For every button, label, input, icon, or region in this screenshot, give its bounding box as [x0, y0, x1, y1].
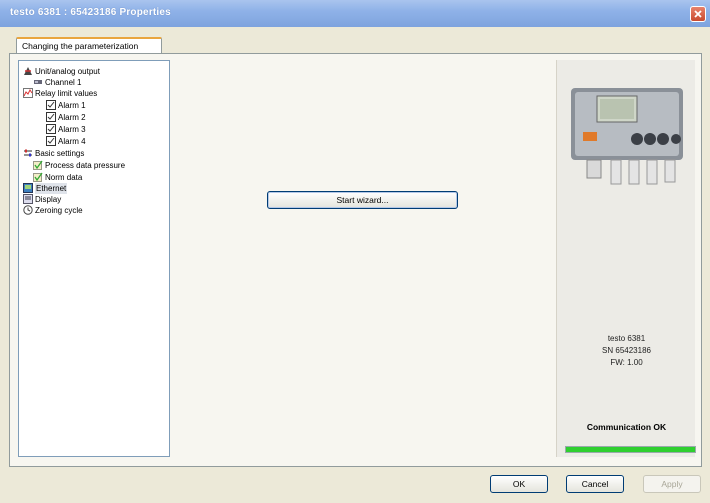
tree-item-label: Alarm 2 [58, 113, 86, 122]
window-title: testo 6381 : 65423186 Properties [10, 7, 171, 18]
alarm-icon [46, 136, 56, 146]
tab-changing-parameterization[interactable]: Changing the parameterization [16, 37, 162, 54]
chart-icon [23, 88, 33, 98]
apply-button[interactable]: Apply [643, 475, 701, 493]
progress-fill [566, 447, 695, 452]
settings-tree: Unit/analog output Channel 1 Relay limit… [18, 60, 170, 457]
tree-item-label: Norm data [45, 173, 83, 182]
start-wizard-button[interactable]: Start wizard... [267, 191, 458, 209]
alarm-icon [46, 112, 56, 122]
tree-item-label: Relay limit values [35, 89, 98, 98]
tree-item-label: Channel 1 [45, 78, 82, 87]
close-icon [694, 10, 702, 18]
alarm-icon [46, 100, 56, 110]
tab-label: Changing the parameterization [22, 41, 139, 51]
tree-item-label: Ethernet [35, 183, 68, 194]
device-model: testo 6381 [607, 334, 646, 343]
communication-progress-bar [565, 446, 696, 453]
display-icon [23, 194, 33, 204]
device-serial: SN 65423186 [602, 346, 651, 355]
tree-item-label: Basic settings [35, 149, 85, 158]
close-button[interactable] [690, 6, 706, 22]
tree-item-label: Alarm 1 [58, 101, 86, 110]
device-firmware: FW: 1.00 [610, 358, 643, 367]
tree-item-label: Alarm 3 [58, 125, 86, 134]
device-image [571, 88, 683, 185]
tree-item-label: Alarm 4 [58, 137, 86, 146]
title-bar[interactable]: testo 6381 : 65423186 Properties [0, 0, 710, 27]
communication-status: Communication OK [586, 422, 667, 432]
tree-item-label: Display [35, 195, 62, 204]
channel-icon [34, 80, 42, 84]
alarm-icon [46, 124, 56, 134]
tree-item-label: Unit/analog output [35, 67, 100, 76]
output-icon [24, 67, 32, 75]
tree-item-label: Process data pressure [45, 161, 126, 170]
properties-dialog: testo 6381 : 65423186 Properties Changin… [0, 0, 710, 503]
settings-icon [24, 149, 32, 157]
ethernet-icon [23, 183, 33, 193]
clock-icon [23, 205, 33, 215]
device-info-pane: testo 6381 SN 65423186 FW: 1.00 Communic… [556, 60, 696, 457]
checkbox-icon [33, 172, 43, 182]
checkbox-icon [33, 160, 43, 170]
ok-button[interactable]: OK [490, 475, 548, 493]
cancel-button[interactable]: Cancel [566, 475, 624, 493]
tree-item-label: Zeroing cycle [35, 206, 83, 215]
